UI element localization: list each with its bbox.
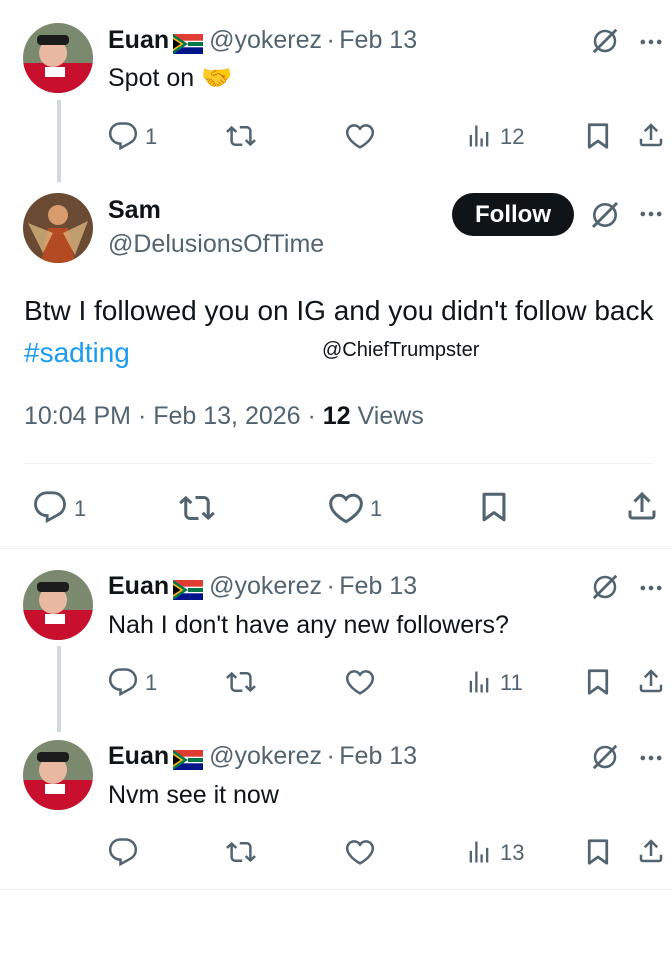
avatar-euan-2[interactable] bbox=[23, 570, 93, 640]
handle[interactable]: @yokerez bbox=[209, 26, 322, 54]
more-icon[interactable] bbox=[637, 28, 665, 56]
tweet-header: Euan @yokerez · Feb 13 bbox=[108, 572, 417, 601]
reply-count: 1 bbox=[145, 670, 158, 695]
tweet-date[interactable]: Feb 13 bbox=[339, 572, 417, 600]
separator: · bbox=[326, 742, 335, 770]
bookmark-icon[interactable] bbox=[583, 667, 613, 697]
tweet-text: Nvm see it now bbox=[108, 781, 279, 809]
more-icon[interactable] bbox=[637, 574, 665, 602]
reply-count: 1 bbox=[74, 496, 87, 521]
handle[interactable]: @yokerez bbox=[209, 572, 322, 600]
display-name[interactable]: Sam bbox=[108, 196, 161, 225]
display-name[interactable]: Euan bbox=[108, 26, 169, 54]
thread-line bbox=[57, 100, 61, 182]
analytics-icon[interactable] bbox=[465, 838, 493, 866]
display-name[interactable]: Euan bbox=[108, 742, 169, 770]
tweet-date[interactable]: Feb 13 bbox=[339, 26, 417, 54]
tweet-text: Spot on 🤝 bbox=[108, 64, 233, 92]
more-icon[interactable] bbox=[637, 200, 665, 228]
south-africa-flag-icon bbox=[173, 750, 203, 770]
view-count: 11 bbox=[500, 670, 523, 695]
hashtag-link[interactable]: #sadting bbox=[24, 337, 130, 368]
separator: · bbox=[326, 572, 335, 600]
display-name[interactable]: Euan bbox=[108, 572, 169, 600]
share-icon[interactable] bbox=[636, 120, 666, 150]
tweet-timestamp: 10:04 PM · Feb 13, 2026 · 12 Views bbox=[24, 402, 424, 431]
retweet-icon[interactable] bbox=[226, 121, 256, 151]
south-africa-flag-icon bbox=[173, 34, 203, 54]
bookmark-icon[interactable] bbox=[477, 490, 511, 524]
more-icon[interactable] bbox=[637, 744, 665, 772]
grok-icon[interactable] bbox=[589, 199, 621, 231]
thread-line bbox=[57, 646, 61, 732]
retweet-icon[interactable] bbox=[226, 667, 256, 697]
tweet-header: Euan @yokerez · Feb 13 bbox=[108, 742, 417, 771]
heart-icon[interactable] bbox=[345, 667, 375, 697]
timestamp-text[interactable]: 10:04 PM · Feb 13, 2026 · bbox=[24, 402, 323, 430]
view-count: 12 bbox=[500, 124, 525, 149]
views-count: 12 bbox=[322, 402, 351, 430]
follow-button[interactable]: Follow bbox=[452, 193, 574, 236]
share-icon[interactable] bbox=[636, 666, 666, 696]
reply-count: 1 bbox=[145, 124, 158, 149]
tweet-date[interactable]: Feb 13 bbox=[339, 742, 417, 770]
share-icon[interactable] bbox=[636, 836, 666, 866]
tweet-text: Nah I don't have any new followers? bbox=[108, 611, 509, 639]
tweet-header: Euan @yokerez · Feb 13 bbox=[108, 26, 417, 55]
south-africa-flag-icon bbox=[173, 580, 203, 600]
heart-icon[interactable] bbox=[328, 490, 364, 526]
share-icon[interactable] bbox=[624, 488, 660, 524]
grok-icon[interactable] bbox=[590, 742, 620, 772]
reply-icon[interactable] bbox=[33, 490, 67, 524]
grok-icon[interactable] bbox=[590, 572, 620, 602]
divider bbox=[24, 463, 654, 464]
handle[interactable]: @yokerez bbox=[209, 742, 322, 770]
heart-icon[interactable] bbox=[345, 837, 375, 867]
tweet-text: Btw I followed you on IG and you didn't … bbox=[24, 295, 654, 326]
views-label: Views bbox=[350, 402, 424, 430]
divider bbox=[0, 548, 672, 549]
watermark: @ChiefTrumpster bbox=[322, 339, 480, 361]
grok-icon[interactable] bbox=[590, 26, 620, 56]
bookmark-icon[interactable] bbox=[583, 837, 613, 867]
retweet-icon[interactable] bbox=[179, 490, 215, 526]
analytics-icon[interactable] bbox=[465, 668, 493, 696]
avatar-sam[interactable] bbox=[23, 193, 93, 263]
bookmark-icon[interactable] bbox=[583, 121, 613, 151]
handle[interactable]: @DelusionsOfTime bbox=[108, 230, 324, 259]
reply-icon[interactable] bbox=[108, 667, 138, 697]
like-count: 1 bbox=[370, 496, 383, 521]
avatar-euan-3[interactable] bbox=[23, 740, 93, 810]
avatar-euan-1[interactable] bbox=[23, 23, 93, 93]
analytics-icon[interactable] bbox=[465, 122, 493, 150]
reply-icon[interactable] bbox=[108, 121, 138, 151]
divider bbox=[0, 889, 672, 890]
retweet-icon[interactable] bbox=[226, 837, 256, 867]
view-count: 13 bbox=[500, 840, 525, 865]
separator: · bbox=[326, 26, 335, 54]
reply-icon[interactable] bbox=[108, 837, 138, 867]
heart-icon[interactable] bbox=[345, 121, 375, 151]
